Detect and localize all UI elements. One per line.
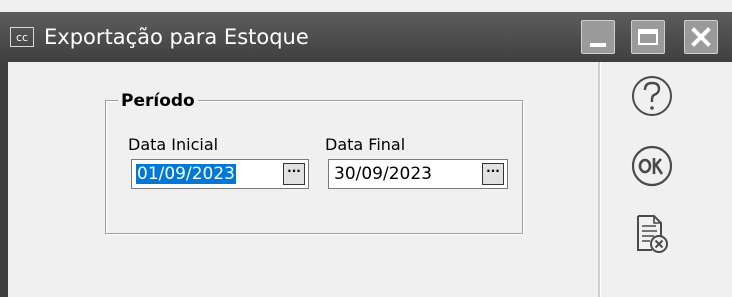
data-inicial-value[interactable]: 01/09/2023 [136,164,236,184]
minimize-button[interactable] [581,20,615,54]
ok-icon[interactable] [628,144,678,188]
minimize-icon [590,43,606,47]
data-final-value[interactable]: 30/09/2023 [333,164,433,184]
close-button[interactable] [684,20,718,54]
side-panel-divider [598,62,601,297]
close-icon [691,27,711,47]
maximize-icon [638,29,658,45]
periodo-legend: Período [118,91,198,111]
cancel-document-icon[interactable] [628,212,678,258]
title-bar[interactable]: cc Exportação para Estoque [0,12,732,62]
periodo-groupbox: Período Data Inicial 01/09/2023 ··· Data… [105,91,523,234]
data-inicial-picker-button[interactable]: ··· [283,163,305,185]
data-inicial-label: Data Inicial [128,135,219,154]
dialog-content: Período Data Inicial 01/09/2023 ··· Data… [8,62,732,297]
data-final-label: Data Final [325,135,406,154]
data-inicial-field[interactable]: 01/09/2023 ··· [131,159,309,189]
help-icon[interactable] [628,74,678,124]
data-final-field[interactable]: 30/09/2023 ··· [328,159,508,189]
window-frame-left [0,62,8,297]
data-final-picker-button[interactable]: ··· [482,163,504,185]
app-icon[interactable]: cc [10,27,34,47]
maximize-button[interactable] [631,20,665,54]
window-title: Exportação para Estoque [44,25,309,49]
